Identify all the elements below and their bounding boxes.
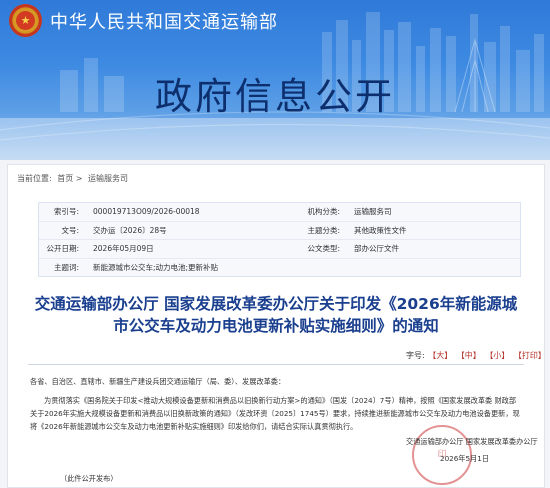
metadata-row: 文号: 交办运〔2026〕28号 主题分类: 其他政策性文件 (39, 222, 520, 241)
docno-label: 文号: (61, 225, 79, 235)
national-emblem-icon[interactable]: ★ (9, 4, 42, 37)
breadcrumb-separator: > (75, 174, 83, 183)
topic-label: 主题分类: (307, 225, 340, 235)
document-title: 交通运输部办公厅 国家发展改革委办公厅关于印发《2026年新能源城市公交车及动力… (34, 295, 518, 335)
font-medium-button[interactable]: 【中】 (457, 351, 481, 360)
org-value: 运输服务司 (354, 207, 392, 216)
document-body: 各省、自治区、直辖市、新疆生产建设兵团交通运输厅（局、委）、发展改革委： 为贯彻… (30, 375, 522, 433)
content-panel: 当前位置: 首页 > 运输服务司 索引号: 000019713O09/2026-… (7, 164, 547, 488)
metadata-row: 主题词: 新能源城市公交车;动力电池;更新补贴 (39, 259, 520, 277)
breadcrumb: 当前位置: 首页 > 运输服务司 (17, 173, 128, 184)
publish-note: （此件公开发布） (60, 474, 118, 483)
metadata-row: 索引号: 000019713O09/2026-00018 机构分类: 运输服务司 (39, 203, 520, 222)
emblem-star-icon: ★ (16, 11, 35, 30)
keywords-label: 主题词: (53, 262, 79, 272)
topic-value: 其他政策性文件 (354, 225, 407, 235)
keywords-value: 新能源城市公交车;动力电池;更新补贴 (93, 262, 219, 272)
font-small-button[interactable]: 【小】 (485, 351, 509, 360)
divider (28, 364, 524, 365)
index-value: 000019713O09/2026-00018 (93, 207, 200, 216)
breadcrumb-home-link[interactable]: 首页 (57, 174, 73, 183)
site-header: ★ 中华人民共和国交通运输部 政府信息公开 (0, 0, 550, 160)
ministry-name[interactable]: 中华人民共和国交通运输部 (50, 8, 278, 34)
font-size-controls: 字号: 【大】 【中】 【小】 【打印】 (406, 350, 547, 361)
signature: 交通运输部办公厅 国家发展改革委办公厅 (406, 437, 538, 446)
docno-value: 交办运〔2026〕28号 (93, 225, 167, 235)
date-label: 公开日期: (46, 244, 79, 254)
print-button[interactable]: 【打印】 (514, 351, 546, 360)
font-large-button[interactable]: 【大】 (428, 351, 452, 360)
metadata-row: 公开日期: 2026年05月09日 公文类型: 部办公厅文件 (39, 240, 520, 259)
date-value: 2026年05月09日 (93, 244, 154, 254)
metadata-table: 索引号: 000019713O09/2026-00018 机构分类: 运输服务司… (38, 202, 521, 278)
font-size-label: 字号: (406, 351, 425, 360)
salutation: 各省、自治区、直辖市、新疆生产建设兵团交通运输厅（局、委）、发展改革委： (30, 377, 286, 386)
index-label: 索引号: (53, 207, 79, 216)
signature-date: 2026年5月1日 (440, 454, 490, 463)
breadcrumb-label: 当前位置: (17, 174, 52, 183)
org-label: 机构分类: (307, 207, 340, 216)
type-value: 部办公厅文件 (354, 244, 399, 254)
breadcrumb-section-link[interactable]: 运输服务司 (88, 174, 128, 183)
banner-title: 政府信息公开 (155, 75, 395, 118)
type-label: 公文类型: (307, 244, 340, 254)
